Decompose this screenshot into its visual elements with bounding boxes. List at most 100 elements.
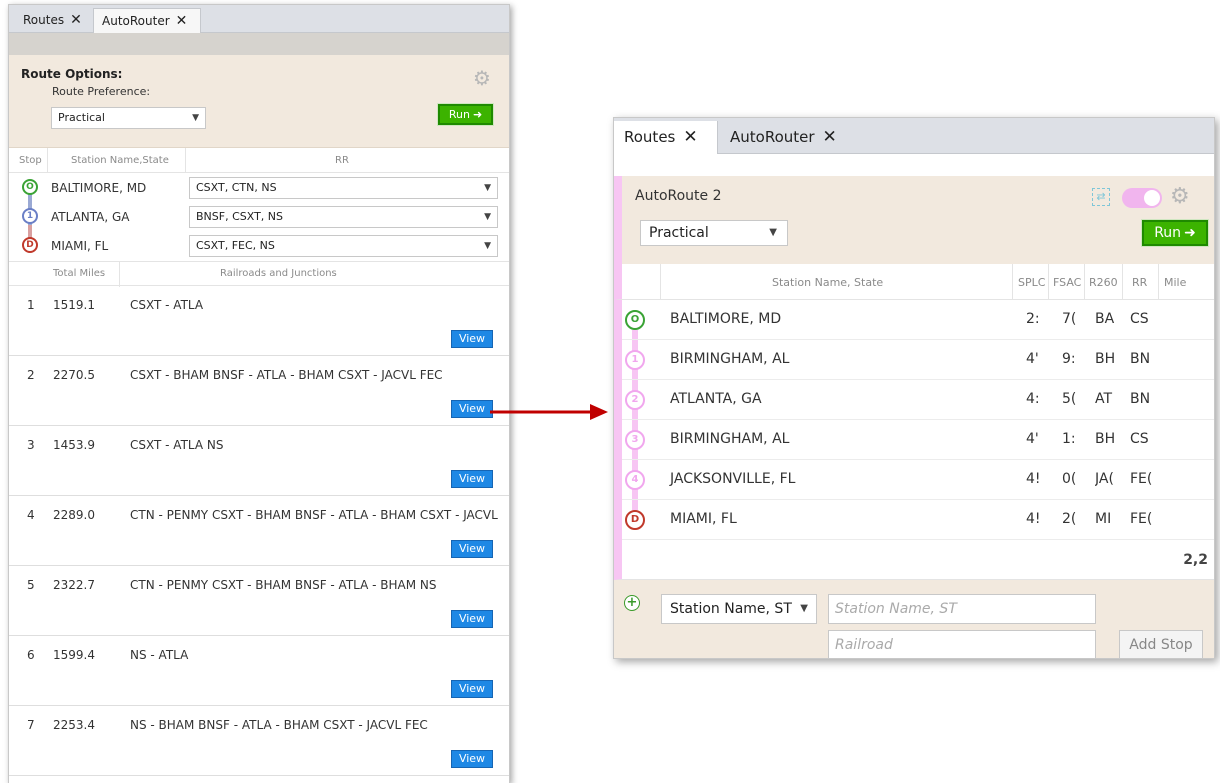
route-row[interactable]: 2 ATLANTA, GA 4: 5( AT BN [622, 380, 1214, 420]
route-row[interactable]: 1 BIRMINGHAM, AL 4' 9: BH BN [622, 340, 1214, 380]
row-station: BALTIMORE, MD [670, 311, 782, 327]
route-row[interactable]: 4 JACKSONVILLE, FL 4! 0( JA( FE( [622, 460, 1214, 500]
view-button[interactable]: View [451, 470, 493, 488]
route-preference-select[interactable]: Practical ▼ [640, 220, 788, 246]
tab-label: AutoRouter [730, 128, 815, 146]
row-station: JACKSONVILLE, FL [670, 471, 796, 487]
results-header: Total Miles Railroads and Junctions [9, 261, 509, 287]
route-result[interactable]: 3 1453.9 CSXT - ATLA NS View [9, 426, 509, 496]
stop-rr-select[interactable]: CSXT, CTN, NS ▼ [189, 177, 498, 199]
row-station: MIAMI, FL [670, 511, 737, 527]
gear-icon[interactable]: ⚙ [1170, 184, 1190, 209]
row-fsac: 0( [1062, 471, 1076, 487]
tab-autorouter[interactable]: AutoRouter ✕ [93, 8, 201, 33]
map-route-icon[interactable]: ⇄ [1092, 188, 1110, 206]
row-station: BIRMINGHAM, AL [670, 431, 790, 447]
destination-marker-icon: D [22, 237, 38, 253]
tab-routes[interactable]: Routes ✕ [15, 8, 93, 33]
row-fsac: 1: [1062, 431, 1076, 447]
result-number: 4 [27, 508, 35, 522]
route-grid: O BALTIMORE, MD 2: 7( BA CS 1 BIRMINGHAM… [614, 300, 1214, 540]
tab-label: Routes [624, 128, 676, 146]
row-fsac: 7( [1062, 311, 1076, 327]
run-button[interactable]: Run ➜ [1141, 219, 1209, 247]
row-splc: 4! [1026, 511, 1040, 527]
result-path: CSXT - BHAM BNSF - ATLA - BHAM CSXT - JA… [130, 368, 443, 382]
toggle-knob [1144, 190, 1160, 206]
close-icon[interactable]: ✕ [823, 127, 837, 147]
stops-list: O BALTIMORE, MD CSXT, CTN, NS ▼ 1 ATLANTA… [9, 173, 509, 261]
route-row[interactable]: O BALTIMORE, MD 2: 7( BA CS [622, 300, 1214, 340]
view-button[interactable]: View [451, 750, 493, 768]
add-icon[interactable]: + [624, 595, 640, 611]
route-toggle[interactable] [1122, 188, 1162, 208]
view-button[interactable]: View [451, 330, 493, 348]
result-number: 1 [27, 298, 35, 312]
route-result[interactable]: 6 1599.4 NS - ATLA View [9, 636, 509, 706]
route-result[interactable]: 7 2253.4 NS - BHAM BNSF - ATLA - BHAM CS… [9, 706, 509, 776]
result-path: CTN - PENMY CSXT - BHAM BNSF - ATLA - BH… [130, 508, 498, 522]
row-fsac: 9: [1062, 351, 1076, 367]
route-title: AutoRoute 2 [635, 188, 722, 204]
row-station: ATLANTA, GA [670, 391, 762, 407]
view-button[interactable]: View [451, 680, 493, 698]
stop-rr-select[interactable]: CSXT, FEC, NS ▼ [189, 235, 498, 257]
tab-bar: Routes ✕ AutoRouter ✕ [9, 5, 509, 33]
add-stop-button[interactable]: Add Stop [1119, 630, 1203, 658]
result-miles: 2322.7 [53, 578, 95, 592]
close-icon[interactable]: ✕ [70, 12, 82, 28]
run-label: Run [448, 108, 470, 121]
add-stop-panel: + Station Name, ST ▼ Add Stop [614, 580, 1214, 658]
chevron-down-icon: ▼ [484, 183, 491, 193]
route-preference-value: Practical [58, 111, 105, 124]
result-path: NS - ATLA [130, 648, 189, 662]
route-result[interactable]: 5 2322.7 CTN - PENMY CSXT - BHAM BNSF - … [9, 566, 509, 636]
waypoint-marker-icon: 2 [625, 390, 645, 410]
route-preference-label: Route Preference: [52, 85, 151, 98]
row-r260: BH [1095, 431, 1116, 447]
stop-rr-select[interactable]: BNSF, CSXT, NS ▼ [189, 206, 498, 228]
total-row: 2,2 [614, 540, 1214, 580]
result-miles: 2270.5 [53, 368, 95, 382]
view-button[interactable]: View [451, 610, 493, 628]
tab-bar: Routes ✕ AutoRouter ✕ [614, 118, 1214, 154]
route-result[interactable]: 1 1519.1 CSXT - ATLA View [9, 286, 509, 356]
row-r260: MI [1095, 511, 1112, 527]
chevron-down-icon: ▼ [484, 212, 491, 222]
result-path: CSXT - ATLA [130, 298, 204, 312]
header-total-miles: Total Miles [53, 268, 106, 279]
route-preference-select[interactable]: Practical ▼ [51, 107, 206, 129]
view-button[interactable]: View [451, 400, 493, 418]
view-button[interactable]: View [451, 540, 493, 558]
results-list: 1 1519.1 CSXT - ATLA View 2 2270.5 CSXT … [9, 286, 509, 776]
run-button[interactable]: Run ➜ [437, 103, 494, 126]
railroad-input[interactable] [828, 630, 1096, 658]
row-rr: BN [1130, 351, 1151, 367]
header-station: Station Name, State [772, 276, 884, 289]
header-miles: Mile [1164, 276, 1187, 289]
result-number: 7 [27, 718, 35, 732]
row-splc: 4' [1026, 351, 1039, 367]
gear-icon[interactable]: ⚙ [473, 66, 491, 90]
close-icon[interactable]: ✕ [683, 127, 697, 147]
station-input[interactable] [828, 594, 1096, 624]
stop-type-select[interactable]: Station Name, ST ▼ [661, 594, 817, 624]
row-station: BIRMINGHAM, AL [670, 351, 790, 367]
tab-routes[interactable]: Routes ✕ [614, 121, 718, 154]
total-miles: 2,2 [1183, 552, 1208, 568]
result-miles: 2253.4 [53, 718, 95, 732]
route-row[interactable]: D MIAMI, FL 4! 2( MI FE( [622, 500, 1214, 540]
stop-row: O BALTIMORE, MD CSXT, CTN, NS ▼ [9, 175, 509, 201]
result-path: CSXT - ATLA NS [130, 438, 224, 452]
route-result[interactable]: 4 2289.0 CTN - PENMY CSXT - BHAM BNSF - … [9, 496, 509, 566]
stops-header: Stop Station Name,State RR [9, 148, 509, 173]
route-row[interactable]: 3 BIRMINGHAM, AL 4' 1: BH CS [622, 420, 1214, 460]
waypoint-marker-icon: 3 [625, 430, 645, 450]
route-preference-value: Practical [649, 225, 709, 241]
route-options-title: Route Options: [21, 67, 123, 81]
close-icon[interactable]: ✕ [176, 13, 188, 29]
waypoint-marker-icon: 4 [625, 470, 645, 490]
route-result[interactable]: 2 2270.5 CSXT - BHAM BNSF - ATLA - BHAM … [9, 356, 509, 426]
stop-name: MIAMI, FL [51, 239, 109, 253]
tab-autorouter[interactable]: AutoRouter ✕ [720, 121, 854, 154]
